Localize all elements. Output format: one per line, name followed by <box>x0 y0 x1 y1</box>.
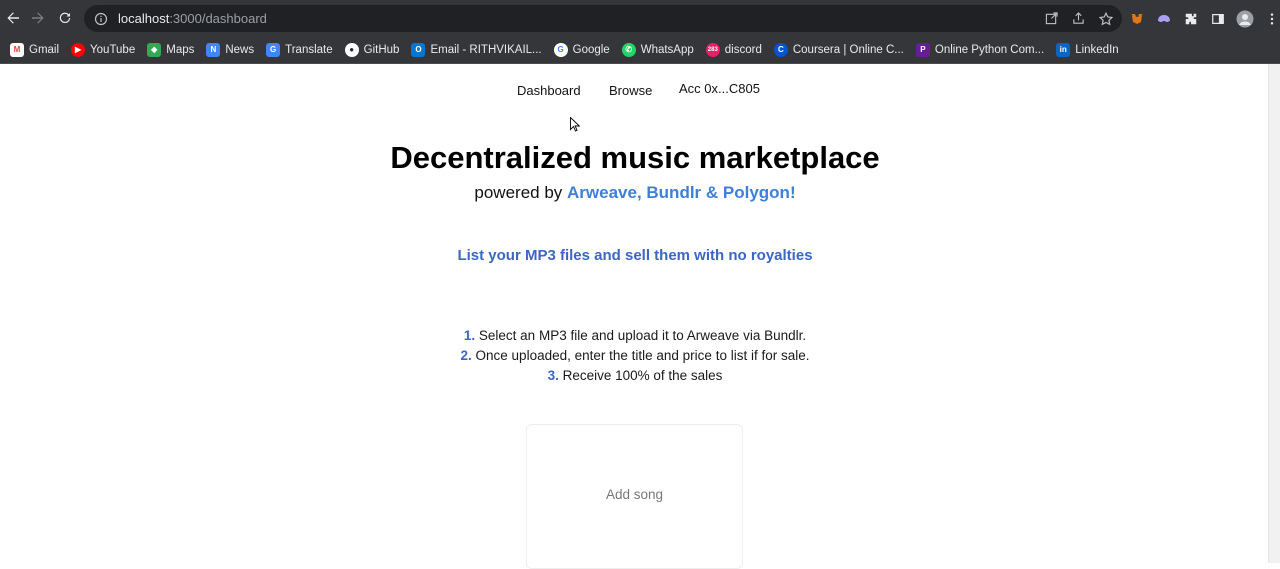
bookmark-label: Email - RITHVIKAIL... <box>430 43 542 56</box>
extensions-area <box>1128 5 1280 32</box>
site-info-icon[interactable] <box>94 12 108 26</box>
forward-icon[interactable] <box>25 5 51 31</box>
bookmark-maps[interactable]: ◆ Maps <box>141 39 200 61</box>
bookmark-google[interactable]: G Google <box>548 39 616 61</box>
bookmark-label: Online Python Com... <box>934 43 1045 56</box>
bookmark-label: GitHub <box>363 43 400 56</box>
bookmark-star-icon[interactable] <box>1097 10 1114 27</box>
step-number: 2. <box>460 348 472 363</box>
bookmark-github[interactable]: ● GitHub <box>339 39 406 61</box>
add-song-card[interactable]: Add song <box>526 424 743 569</box>
maps-icon: ◆ <box>147 42 162 57</box>
linkedin-icon: in <box>1056 42 1071 57</box>
discord-icon: 283 <box>705 42 720 57</box>
page-subtitle: powered by Arweave, Bundlr & Polygon! <box>0 183 1270 203</box>
bookmark-gmail[interactable]: M Gmail <box>4 39 65 61</box>
news-icon: N <box>206 42 221 57</box>
bookmark-whatsapp[interactable]: ✆ WhatsApp <box>616 39 700 61</box>
python-compiler-icon: P <box>915 42 930 57</box>
account-address[interactable]: Acc 0x...C805 <box>679 81 760 96</box>
bookmark-label: Maps <box>166 43 195 56</box>
side-panel-icon[interactable] <box>1209 10 1227 28</box>
back-icon[interactable] <box>0 5 26 31</box>
address-bar[interactable]: localhost:3000/dashboard <box>84 5 1122 32</box>
steps-list: 1. Select an MP3 file and upload it to A… <box>0 326 1270 386</box>
step-text: Once uploaded, enter the title and price… <box>471 348 810 363</box>
outlook-icon: O <box>411 42 426 57</box>
bookmark-news[interactable]: N News <box>200 39 260 61</box>
step-text: Receive 100% of the sales <box>558 368 723 383</box>
subtitle-highlight: Arweave, Bundlr & Polygon! <box>567 183 796 202</box>
google-icon: G <box>553 42 568 57</box>
bookmark-label: Gmail <box>29 43 60 56</box>
reload-icon[interactable] <box>52 5 78 31</box>
bookmark-discord[interactable]: 283 discord <box>700 39 768 61</box>
nav-link-browse[interactable]: Browse <box>609 83 652 98</box>
youtube-icon: ▶ <box>71 42 86 57</box>
whatsapp-icon: ✆ <box>621 42 636 57</box>
bookmark-label: discord <box>724 43 762 56</box>
step-item: 2. Once uploaded, enter the title and pr… <box>0 346 1270 366</box>
bookmark-label: LinkedIn <box>1075 43 1119 56</box>
nav-link-dashboard[interactable]: Dashboard <box>517 83 581 98</box>
metamask-icon[interactable] <box>1128 10 1146 28</box>
profile-avatar-icon[interactable] <box>1236 10 1254 28</box>
bookmark-online-python[interactable]: P Online Python Com... <box>910 39 1050 61</box>
bookmarks-bar: M Gmail ▶ YouTube ◆ Maps N News G Translate ●… <box>0 36 1280 64</box>
bookmark-label: Google <box>572 43 610 56</box>
github-icon: ● <box>344 42 359 57</box>
step-item: 3. Receive 100% of the sales <box>0 366 1270 386</box>
step-number: 1. <box>463 328 476 343</box>
page-scrollbar[interactable] <box>1268 64 1280 563</box>
open-in-new-icon[interactable] <box>1043 10 1060 27</box>
bookmark-label: News <box>225 43 255 56</box>
bookmark-email[interactable]: O Email - RITHVIKAIL... <box>405 39 547 61</box>
gmail-icon: M <box>10 42 24 57</box>
bookmark-youtube[interactable]: ▶ YouTube <box>65 39 141 61</box>
share-icon[interactable] <box>1070 10 1087 27</box>
subtitle-prefix: powered by <box>474 183 568 202</box>
mouse-cursor-icon <box>570 117 580 132</box>
puzzle-extensions-icon[interactable] <box>1182 10 1200 28</box>
step-text: Select an MP3 file and upload it to Arwe… <box>475 328 807 343</box>
coursera-icon: C <box>773 42 788 57</box>
bookmark-label: Translate <box>285 43 333 56</box>
tagline: List your MP3 files and sell them with n… <box>457 247 813 264</box>
url-text: localhost:3000/dashboard <box>118 11 267 26</box>
step-number: 3. <box>547 368 559 383</box>
page-content: Dashboard Browse Acc 0x...C805 Decentral… <box>0 64 1280 569</box>
translate-icon: G <box>266 42 281 57</box>
bookmark-coursera[interactable]: C Coursera | Online C... <box>768 39 910 61</box>
bookmark-label: YouTube <box>90 43 136 56</box>
bookmark-linkedin[interactable]: in LinkedIn <box>1050 39 1124 61</box>
menu-kebab-icon[interactable] <box>1263 10 1280 28</box>
page-title: Decentralized music marketplace <box>390 140 880 175</box>
ghost-extension-icon[interactable] <box>1155 10 1173 28</box>
bookmark-label: WhatsApp <box>640 43 694 56</box>
bookmark-label: Coursera | Online C... <box>792 43 904 56</box>
add-song-label: Add song <box>605 487 664 502</box>
bookmark-translate[interactable]: G Translate <box>260 39 339 61</box>
browser-toolbar: localhost:3000/dashboard <box>0 0 1280 36</box>
step-item: 1. Select an MP3 file and upload it to A… <box>0 326 1270 346</box>
